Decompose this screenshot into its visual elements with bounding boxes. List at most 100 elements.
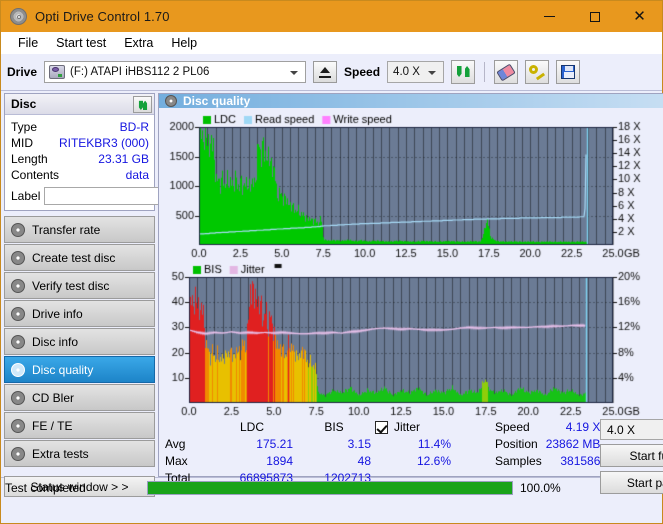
jitter-avg-value: 11.4%	[417, 437, 451, 451]
disc-icon	[11, 250, 25, 265]
jitter-toggle-row[interactable]: Jitter	[375, 419, 495, 436]
disc-icon	[11, 390, 25, 405]
disc-icon	[11, 278, 25, 293]
progress-fill	[148, 482, 512, 494]
drive-label: Drive	[7, 65, 38, 79]
sidebar-item-label: Disc quality	[32, 362, 94, 377]
disc-panel: Disc Type BD-R MID RITEKBR3 (000) Length…	[4, 93, 246, 211]
chevron-down-icon	[290, 71, 299, 75]
refresh-icon	[137, 99, 147, 108]
application-window: Opti Drive Control 1.70 ✕ File Start tes…	[0, 0, 663, 524]
sidebar-item-disc-quality[interactable]: Disc quality	[4, 356, 155, 383]
disc-icon	[165, 95, 177, 107]
actions-column: 4.0 X Start full Start part	[600, 419, 663, 494]
close-button[interactable]: ✕	[617, 1, 662, 32]
disc-icon	[11, 446, 25, 461]
disc-row-length: Length 23.31 GB	[11, 151, 149, 167]
drive-select-value: (F:) ATAPI iHBS112 2 PL06	[70, 66, 210, 78]
stats-row-avg-ldc: 175.21	[256, 437, 293, 451]
disc-row-mid-label: MID	[11, 136, 33, 150]
status-text: Test completed	[5, 481, 86, 495]
stats-corner	[165, 419, 211, 436]
menu-extra[interactable]: Extra	[115, 34, 162, 52]
key-icon	[529, 65, 545, 79]
sidebar-item-fe-te[interactable]: FE / TE	[4, 412, 155, 439]
settings-button[interactable]	[525, 60, 550, 84]
eject-icon	[319, 66, 332, 78]
disc-row-contents-label: Contents	[11, 168, 60, 182]
menu-help[interactable]: Help	[162, 34, 206, 52]
stats-table-wrap: LDC BIS Avg 175.21 3.15 Max 1894 48 Tota…	[165, 419, 375, 487]
menu-bar: File Start test Extra Help	[1, 32, 662, 54]
disc-row-type-label: Type	[11, 120, 38, 134]
stats-table: LDC BIS Avg 175.21 3.15 Max 1894 48 Tota…	[165, 419, 375, 487]
sidebar-item-cd-bler[interactable]: CD Bler	[4, 384, 155, 411]
position-stat-label: Position	[495, 437, 538, 451]
maximize-icon	[589, 11, 600, 22]
app-disc-icon	[10, 8, 27, 25]
disc-row-contents-value: data	[125, 168, 149, 182]
disc-panel-title: Disc	[11, 97, 37, 111]
sidebar-item-create-test-disc[interactable]: Create test disc	[4, 244, 155, 271]
bis-chart-canvas	[161, 259, 655, 417]
jitter-label: Jitter	[394, 420, 421, 434]
maximize-button[interactable]	[572, 1, 617, 32]
menu-start-test[interactable]: Start test	[47, 34, 115, 52]
sidebar-item-label: Extra tests	[32, 446, 89, 461]
speed-stat-label: Speed	[495, 420, 530, 434]
sidebar-item-label: Disc info	[32, 334, 79, 349]
sidebar-item-disc-info[interactable]: Disc info	[4, 328, 155, 355]
menu-file[interactable]: File	[9, 34, 47, 52]
minimize-button[interactable]	[527, 1, 572, 32]
start-full-button[interactable]: Start full	[600, 444, 663, 467]
disc-row-type: Type BD-R	[11, 119, 149, 135]
sidebar-item-extra-tests[interactable]: Extra tests	[4, 440, 155, 467]
table-row: Avg 175.21 3.15	[165, 436, 375, 453]
test-speed-select[interactable]: 4.0 X	[600, 419, 663, 440]
disc-row-length-value: 23.31 GB	[98, 152, 149, 166]
main-body: Disc Type BD-R MID RITEKBR3 (000) Length…	[1, 91, 663, 497]
ldc-chart	[161, 109, 663, 259]
table-row: Speed 4.19 X	[495, 419, 604, 436]
save-button[interactable]	[556, 60, 581, 84]
position-stat-value: 23862 MB	[545, 437, 601, 451]
eject-button[interactable]	[313, 61, 338, 83]
disc-label-row: Label	[11, 186, 246, 205]
stats-header-row: LDC BIS	[165, 419, 375, 436]
drive-select[interactable]: (F:) ATAPI iHBS112 2 PL06	[44, 61, 307, 83]
speed-select[interactable]: 4.0 X	[387, 61, 445, 83]
start-part-button[interactable]: Start part	[600, 471, 663, 494]
eraser-icon	[496, 63, 516, 81]
jitter-max-value: 12.6%	[416, 454, 451, 468]
refresh-icon	[456, 65, 471, 79]
toolbar-separator	[484, 62, 486, 82]
disc-refresh-button[interactable]	[133, 95, 152, 113]
sidebar-item-label: Transfer rate	[32, 222, 101, 237]
disc-row-mid: MID RITEKBR3 (000)	[11, 135, 149, 151]
sidebar-item-drive-info[interactable]: Drive info	[4, 300, 155, 327]
jitter-checkbox[interactable]	[375, 421, 388, 434]
window-controls: ✕	[527, 1, 662, 32]
disc-quality-header: Disc quality	[159, 94, 663, 108]
minimize-icon	[544, 16, 555, 17]
jitter-column: Jitter 11.4% 12.6%	[375, 419, 495, 470]
samples-stat-label: Samples	[495, 454, 542, 468]
save-icon	[561, 65, 576, 79]
erase-button[interactable]	[494, 60, 519, 84]
sidebar-item-label: Drive info	[32, 306, 83, 321]
disc-info-rows: Type BD-R MID RITEKBR3 (000) Length 23.3…	[5, 115, 246, 210]
measures-column: Speed 4.19 X Position 23862 MB Samples 3…	[495, 419, 600, 470]
sidebar-item-verify-test-disc[interactable]: Verify test disc	[4, 272, 155, 299]
disc-icon	[11, 222, 25, 237]
disc-icon	[11, 306, 25, 321]
sidebar-item-label: Create test disc	[32, 250, 116, 265]
ldc-chart-canvas	[161, 109, 655, 259]
disc-label-caption: Label	[11, 188, 41, 203]
disc-row-mid-value: RITEKBR3 (000)	[58, 136, 149, 150]
sidebar-item-transfer-rate[interactable]: Transfer rate	[4, 216, 155, 243]
window-title: Opti Drive Control 1.70	[35, 9, 170, 24]
refresh-button[interactable]	[451, 60, 476, 84]
page-title: Disc quality	[183, 94, 251, 108]
disc-row-contents: Contents data	[11, 167, 149, 183]
disc-icon	[11, 334, 25, 349]
